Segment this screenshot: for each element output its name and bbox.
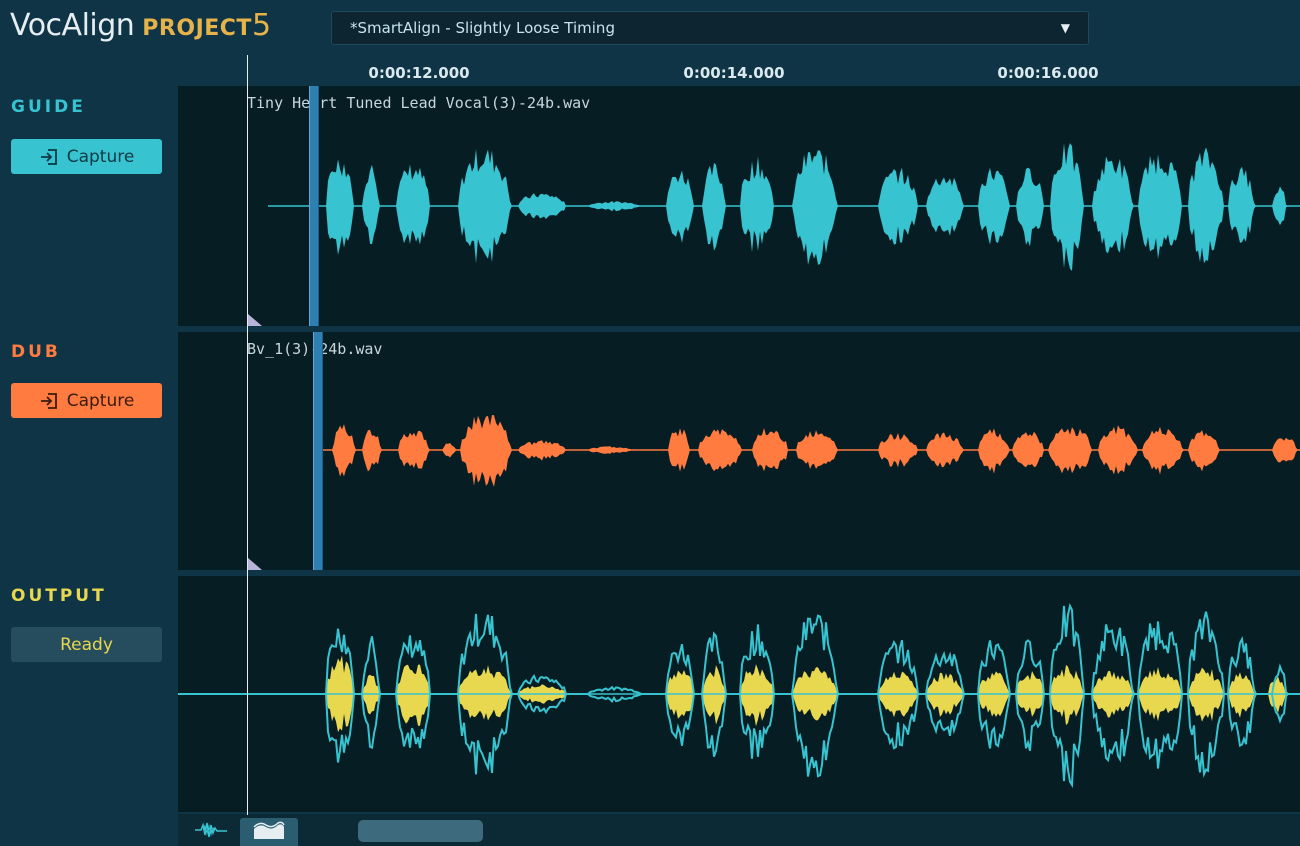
- dub-track[interactable]: Bv_1(3)-24b.wav: [178, 332, 1300, 570]
- playhead[interactable]: [247, 55, 248, 815]
- dropdown-arrow-icon: ▼: [1060, 21, 1070, 35]
- capture-icon: [39, 392, 59, 410]
- bottom-toolbar: [178, 814, 1300, 846]
- preset-selected-value: *SmartAlign - Slightly Loose Timing: [350, 19, 615, 37]
- app-logo: VocAlign PROJECT 5: [10, 8, 271, 48]
- dub-wave-shape: [178, 414, 1300, 487]
- timeline-tick: 0:00:16.000: [997, 64, 1099, 82]
- logo-edition: PROJECT: [142, 16, 252, 41]
- dub-waveform: [178, 414, 1300, 487]
- guide-capture-label: Capture: [66, 146, 135, 167]
- guide-alignment-marker[interactable]: [309, 86, 319, 326]
- output-waveform: [178, 603, 1300, 789]
- waveform-view-button[interactable]: [182, 818, 240, 846]
- dub-start-flag[interactable]: [248, 558, 262, 570]
- overlay-view-icon: [252, 819, 286, 845]
- guide-label: GUIDE: [11, 97, 86, 117]
- dub-capture-button[interactable]: Capture: [11, 383, 162, 418]
- logo-version: 5: [251, 8, 272, 43]
- guide-waveform: [178, 143, 1300, 271]
- guide-file-name: Tiny Heart Tuned Lead Vocal(3)-24b.wav: [247, 94, 591, 112]
- output-label: OUTPUT: [11, 586, 107, 606]
- waveform-view-icon: [193, 819, 229, 845]
- guide-wave-shape: [178, 143, 1300, 271]
- timeline-scrollbar-thumb[interactable]: [358, 820, 483, 842]
- guide-start-flag[interactable]: [248, 314, 262, 326]
- logo-name: VocAlign: [10, 8, 135, 43]
- dub-capture-label: Capture: [66, 390, 135, 411]
- dub-label: DUB: [11, 342, 61, 362]
- guide-capture-button[interactable]: Capture: [11, 139, 162, 174]
- capture-icon: [39, 148, 59, 166]
- timeline-tick: 0:00:12.000: [368, 64, 470, 82]
- output-status-button[interactable]: Ready: [11, 627, 162, 662]
- preset-dropdown[interactable]: *SmartAlign - Slightly Loose Timing ▼: [331, 11, 1089, 45]
- overlay-view-button[interactable]: [240, 818, 298, 846]
- dub-alignment-marker[interactable]: [313, 332, 323, 570]
- output-status-label: Ready: [60, 634, 113, 655]
- timeline-tick: 0:00:14.000: [683, 64, 785, 82]
- guide-track[interactable]: Tiny Heart Tuned Lead Vocal(3)-24b.wav: [178, 86, 1300, 326]
- output-track[interactable]: [178, 576, 1300, 812]
